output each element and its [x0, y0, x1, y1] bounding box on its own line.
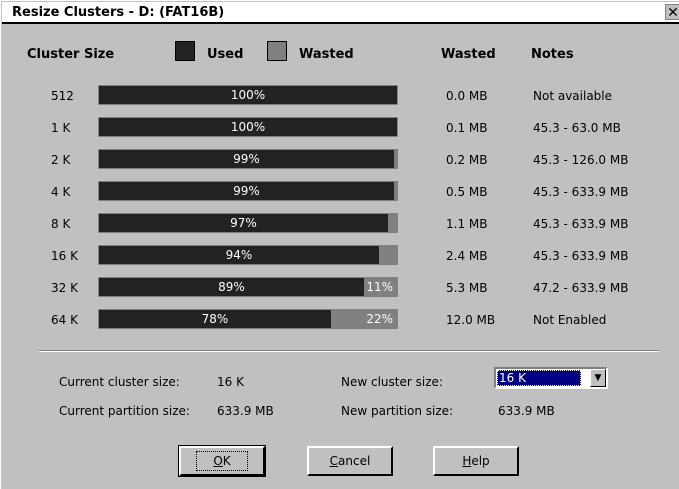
used-percent-label: 100% [230, 120, 266, 134]
usage-bar: 89% 11% [98, 277, 398, 297]
row-wasted-mb: 5.3 MB [446, 281, 488, 295]
new-cluster-size-label: New cluster size: [341, 375, 443, 389]
used-percent-label: 78% [201, 312, 229, 326]
help-label-rest: elp [471, 454, 490, 468]
wasted-legend-label: Wasted [299, 47, 354, 62]
usage-bar: 97% [98, 213, 398, 233]
ok-button-focus: OK [196, 451, 248, 471]
current-partition-size-label: Current partition size: [59, 404, 190, 418]
row-cluster-size: 1 K [51, 121, 71, 135]
new-partition-size-value: 633.9 MB [498, 404, 555, 418]
wasted-percent-label: 22% [366, 312, 393, 326]
used-legend-swatch [175, 41, 195, 61]
new-cluster-size-select[interactable]: 16 K ▼ [494, 367, 608, 389]
used-percent-label: 99% [233, 152, 260, 166]
used-percent-label: 89% [218, 280, 245, 294]
used-percent-label: 99% [233, 184, 260, 198]
close-icon[interactable]: ✕ [665, 4, 679, 21]
usage-bar: 100% [98, 117, 398, 137]
ok-mnemonic: O [213, 454, 223, 468]
usage-bar: 94% [98, 245, 398, 265]
current-cluster-size-label: Current cluster size: [59, 375, 180, 389]
wasted-percent-label: 11% [366, 280, 393, 294]
row-wasted-mb: 1.1 MB [446, 217, 488, 231]
row-note: 45.3 - 63.0 MB [533, 121, 621, 135]
wasted-legend-swatch [267, 41, 287, 61]
row-cluster-size: 8 K [51, 217, 71, 231]
window-title: Resize Clusters - D: (FAT16B) [12, 5, 225, 20]
row-wasted-mb: 2.4 MB [446, 249, 488, 263]
wasted-segment [388, 214, 397, 232]
row-cluster-size: 64 K [51, 313, 78, 327]
row-wasted-mb: 0.2 MB [446, 153, 488, 167]
usage-bar: 99% [98, 181, 398, 201]
used-legend-label: Used [207, 47, 244, 62]
wasted-segment [379, 246, 397, 264]
cancel-mnemonic: C [329, 454, 339, 468]
ok-button[interactable]: OK [178, 445, 266, 477]
divider [39, 350, 659, 352]
resize-clusters-dialog: Resize Clusters - D: (FAT16B) ✕ Cluster … [0, 0, 679, 489]
row-note: 47.2 - 633.9 MB [533, 281, 629, 295]
wasted-segment [394, 182, 397, 200]
used-percent-label: 100% [230, 88, 266, 102]
new-cluster-size-value: 16 K [497, 370, 581, 386]
notes-column-header: Notes [531, 47, 574, 62]
ok-label-rest: K [222, 454, 231, 468]
row-note: 45.3 - 633.9 MB [533, 185, 629, 199]
chevron-down-icon[interactable]: ▼ [590, 369, 606, 387]
row-cluster-size: 512 [51, 89, 74, 103]
title-bar[interactable]: Resize Clusters - D: (FAT16B) ✕ [2, 2, 679, 24]
current-partition-size-value: 633.9 MB [217, 404, 274, 418]
wasted-column-header: Wasted [441, 47, 496, 62]
row-cluster-size: 32 K [51, 281, 78, 295]
usage-bar: 78% 22% [98, 309, 398, 329]
wasted-segment [394, 150, 397, 168]
row-wasted-mb: 0.5 MB [446, 185, 488, 199]
row-note: 45.3 - 633.9 MB [533, 217, 629, 231]
row-cluster-size: 4 K [51, 185, 71, 199]
row-note: 45.3 - 126.0 MB [533, 153, 629, 167]
row-note: Not available [533, 89, 613, 103]
help-button[interactable]: Help [433, 446, 519, 476]
cluster-size-header: Cluster Size [27, 47, 115, 62]
usage-bar: 99% [98, 149, 398, 169]
row-wasted-mb: 0.1 MB [446, 121, 488, 135]
cancel-button[interactable]: Cancel [307, 446, 393, 476]
used-percent-label: 94% [225, 248, 253, 262]
used-percent-label: 97% [230, 216, 257, 230]
usage-bar: 100% [98, 85, 398, 105]
row-wasted-mb: 12.0 MB [446, 313, 496, 327]
help-mnemonic: H [462, 454, 472, 468]
cancel-label-rest: ancel [338, 454, 371, 468]
row-note: 45.3 - 633.9 MB [533, 249, 629, 263]
new-partition-size-label: New partition size: [341, 404, 454, 418]
current-cluster-size-value: 16 K [217, 375, 244, 389]
row-note: Not Enabled [533, 313, 607, 327]
row-cluster-size: 2 K [51, 153, 71, 167]
row-wasted-mb: 0.0 MB [446, 89, 488, 103]
row-cluster-size: 16 K [51, 249, 78, 263]
